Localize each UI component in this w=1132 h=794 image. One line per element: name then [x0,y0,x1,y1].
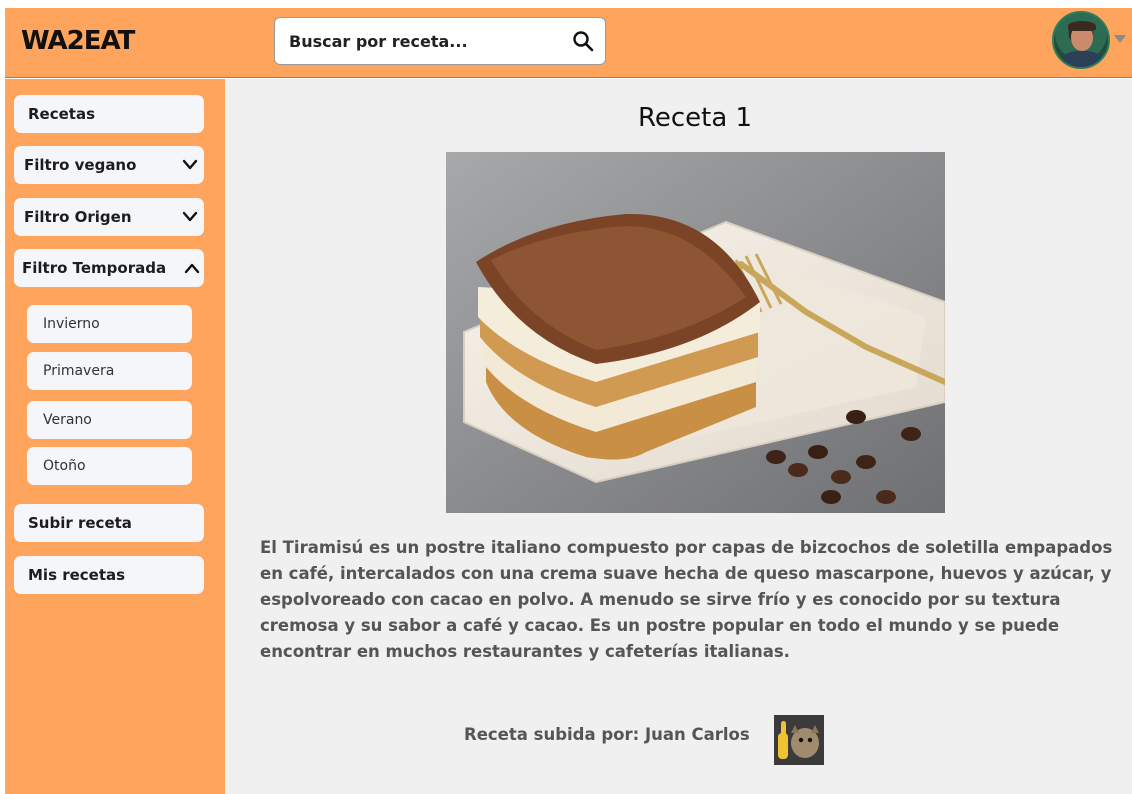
sidebar-item-label: Filtro vegano [24,156,137,174]
season-option-verano[interactable]: Verano [27,401,192,439]
recipe-photo [446,152,945,513]
sidebar-filter-origen[interactable]: Filtro Origen [14,198,204,236]
sidebar-item-label: Mis recetas [28,566,126,584]
avatar-hair-shape [1068,21,1096,31]
search-box [274,17,606,65]
avatar-body-shape [1062,51,1102,67]
sidebar-filter-temporada[interactable]: Filtro Temporada [14,249,204,287]
author-avatar-image [774,715,824,765]
season-option-invierno[interactable]: Invierno [27,305,192,343]
season-option-primavera[interactable]: Primavera [27,352,192,390]
search-icon[interactable] [571,29,595,53]
sidebar-item-recetas[interactable]: Recetas [14,95,204,133]
app-logo[interactable]: WA2EAT [21,26,135,56]
recipe-detail: Receta 1 El Tiramisú es un postre italia… [225,79,1132,794]
season-option-label: Otoño [43,458,86,474]
recipe-title: Receta 1 [637,103,753,133]
logo-text: WA2EAT [21,26,135,56]
chevron-down-icon[interactable] [182,158,198,172]
sidebar-item-label: Subir receta [28,514,132,532]
tiramisu-illustration [446,152,945,513]
search-input[interactable] [289,18,559,64]
sidebar-item-label: Filtro Temporada [22,259,167,277]
recipe-description: El Tiramisú es un postre italiano compue… [260,538,1113,661]
chevron-up-icon[interactable] [184,261,200,275]
sidebar: Recetas Filtro vegano Filtro Origen Filt… [5,79,225,794]
recipe-author: Receta subida por: Juan Carlos [464,725,750,744]
sidebar-item-mis-recetas[interactable]: Mis recetas [14,556,204,594]
sidebar-item-label: Filtro Origen [24,208,132,226]
caret-down-icon[interactable] [1114,35,1126,43]
author-avatar[interactable] [774,715,824,765]
top-header: WA2EAT [5,8,1132,78]
season-option-label: Verano [43,412,92,428]
season-option-label: Invierno [43,316,100,332]
app-window: WA2EAT Recetas Filtro vegano F [5,8,1132,794]
season-option-otono[interactable]: Otoño [27,447,192,485]
season-option-label: Primavera [43,363,115,379]
sidebar-item-label: Recetas [28,105,96,123]
user-avatar[interactable] [1052,11,1110,69]
sidebar-item-subir-receta[interactable]: Subir receta [14,504,204,542]
sidebar-filter-vegano[interactable]: Filtro vegano [14,146,204,184]
chevron-down-icon[interactable] [182,210,198,224]
